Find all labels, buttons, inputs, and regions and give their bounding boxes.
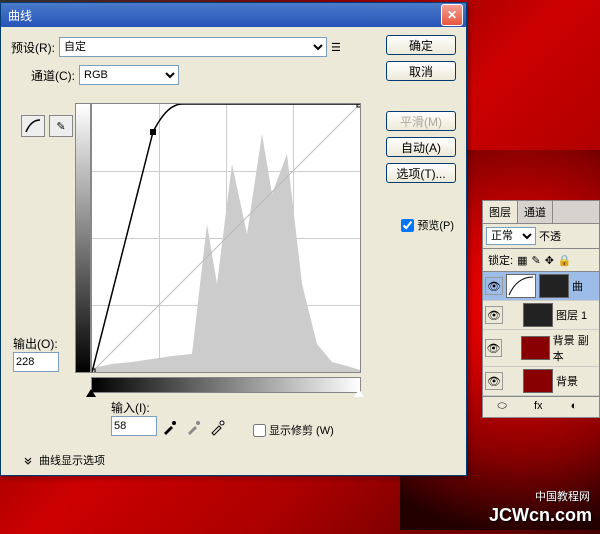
input-gradient [91, 377, 361, 393]
channel-select[interactable]: RGB [79, 65, 179, 85]
layer-mask-thumb [539, 274, 569, 298]
channel-label: 通道(C): [31, 67, 75, 84]
white-point-slider[interactable] [354, 389, 364, 397]
watermark-en: JCWcn.com [489, 505, 592, 526]
curve-line [92, 104, 360, 372]
mask-icon[interactable]: ◐ [571, 400, 585, 414]
layer-name: 曲 [572, 278, 583, 294]
layer-thumb [521, 336, 549, 360]
input-input[interactable] [111, 416, 157, 436]
curves-dialog: 曲线 ✕ 预设(R): 自定 ☰ 通道(C): RGB ✎ [0, 2, 467, 476]
tab-channels[interactable]: 通道 [518, 201, 553, 223]
titlebar[interactable]: 曲线 ✕ [1, 3, 466, 27]
fx-icon[interactable]: fx [534, 400, 548, 414]
black-eyedropper-icon[interactable] [161, 420, 177, 436]
visibility-icon[interactable]: 👁 [485, 277, 503, 295]
preset-menu-icon[interactable]: ☰ [331, 41, 341, 54]
options-button[interactable]: 选项(T)... [386, 163, 456, 183]
output-input[interactable] [13, 352, 59, 372]
show-clipping-label: 显示修剪 (W) [269, 422, 334, 438]
tab-layers[interactable]: 图层 [483, 201, 518, 223]
layer-item-bg[interactable]: 👁 背景 [483, 367, 599, 396]
curve-display-options[interactable]: 曲线显示选项 [39, 452, 105, 468]
lock-label: 锁定: [488, 252, 513, 268]
layer-thumb [506, 274, 536, 298]
preview-label: 预览(P) [417, 217, 454, 233]
white-eyedropper-icon[interactable] [209, 420, 225, 436]
gray-eyedropper-icon[interactable] [185, 420, 201, 436]
lock-all-icon[interactable]: 🔒 [558, 254, 572, 267]
cancel-button[interactable]: 取消 [386, 61, 456, 81]
black-point-slider[interactable] [86, 389, 96, 397]
visibility-icon[interactable]: 👁 [485, 372, 503, 390]
pencil-tool-icon[interactable]: ✎ [49, 115, 73, 137]
lock-position-icon[interactable]: ✥ [545, 254, 554, 267]
lock-transparency-icon[interactable]: ▦ [517, 254, 527, 267]
layer-name: 背景 [556, 373, 578, 389]
smooth-button: 平滑(M) [386, 111, 456, 131]
link-layers-icon[interactable]: ⬭ [497, 400, 511, 414]
layer-item-curves[interactable]: 👁 曲 [483, 272, 599, 301]
blend-mode-select[interactable]: 正常 [486, 227, 536, 245]
expand-icon[interactable] [23, 455, 33, 465]
layer-item-1[interactable]: 👁 图层 1 [483, 301, 599, 330]
layer-item-bgcopy[interactable]: 👁 背景 副本 [483, 330, 599, 367]
preset-select[interactable]: 自定 [59, 37, 327, 57]
visibility-icon[interactable]: 👁 [485, 306, 503, 324]
layers-panel: 图层 通道 正常 不透 锁定: ▦ ✎ ✥ 🔒 👁 曲 👁 图层 1 👁 背景 … [482, 200, 600, 418]
show-clipping-checkbox[interactable] [253, 424, 266, 437]
ok-button[interactable]: 确定 [386, 35, 456, 55]
auto-button[interactable]: 自动(A) [386, 137, 456, 157]
output-gradient [75, 103, 91, 373]
close-button[interactable]: ✕ [441, 4, 463, 26]
curve-tool-icon[interactable] [21, 115, 45, 137]
watermark-cn: 中国教程网 [535, 488, 590, 504]
layer-thumb [523, 303, 553, 327]
preset-label: 预设(R): [11, 39, 55, 56]
layer-name: 背景 副本 [553, 332, 597, 364]
lock-paint-icon[interactable]: ✎ [531, 254, 540, 267]
curve-graph[interactable] [91, 103, 361, 373]
visibility-icon[interactable]: 👁 [485, 339, 502, 357]
dialog-title: 曲线 [4, 7, 441, 24]
layer-name: 图层 1 [556, 307, 587, 323]
input-label: 输入(I): [111, 399, 157, 416]
preview-checkbox[interactable] [401, 219, 414, 232]
layer-thumb [523, 369, 553, 393]
opacity-label: 不透 [539, 228, 561, 244]
output-label: 输出(O): [13, 335, 59, 352]
